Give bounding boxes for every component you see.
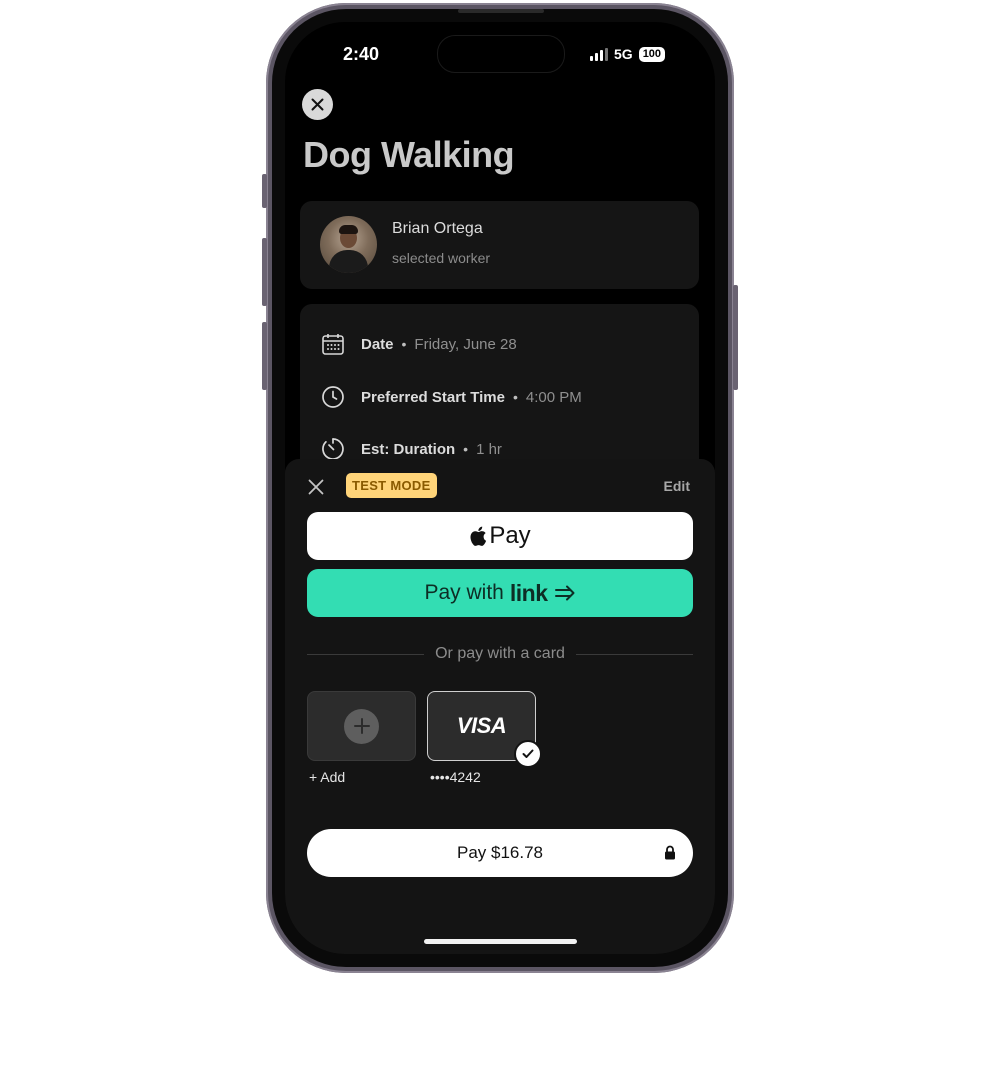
signal-icon [590,47,608,61]
link-logo: link [509,579,548,606]
plus-icon [344,708,379,744]
detail-value: 1 hr [476,440,502,458]
status-time: 2:40 [343,44,380,64]
avatar [320,216,377,273]
detail-label: Date [361,335,394,353]
card-last4: ••••4242 [430,769,481,785]
clock-icon [320,384,346,410]
pay-button-label: Pay $16.78 [456,843,543,862]
visa-logo: VISA [456,713,507,738]
worker-name: Brian Ortega [392,220,483,237]
pay-with-link-button[interactable]: Pay with link [307,569,693,617]
double-arrow-icon [554,585,574,601]
home-indicator[interactable] [424,939,577,944]
payment-sheet: TEST MODE Edit Pay Pay with link Or pay … [285,459,715,954]
close-icon [311,98,324,111]
or-divider: Or pay with a card [307,643,694,665]
divider-text: Or pay with a card [435,645,565,662]
action-button [262,174,267,208]
detail-row-date: Date • Friday, June 28 [320,331,517,357]
edit-button[interactable]: Edit [664,478,690,494]
detail-label: Preferred Start Time [361,388,505,406]
detail-label: Est: Duration [361,440,456,458]
worker-subtitle: selected worker [392,250,491,266]
sheet-close-button[interactable] [305,476,327,498]
detail-row-start-time: Preferred Start Time • 4:00 PM [320,384,582,410]
link-prefix: Pay with [424,581,504,604]
close-icon [308,479,324,495]
network-label: 5G [614,46,633,62]
test-mode-badge: TEST MODE [346,473,437,498]
earpiece [458,9,544,13]
close-button[interactable] [302,89,333,120]
dynamic-island [437,35,565,73]
add-card-label[interactable]: + Add [309,769,345,785]
selected-check-icon [514,740,542,768]
apple-pay-label: Pay [489,522,531,549]
volume-down-button [262,322,267,390]
detail-value: 4:00 PM [525,388,582,406]
apple-pay-button[interactable]: Pay [307,512,693,560]
detail-value: Friday, June 28 [414,335,517,353]
detail-separator: • [401,336,407,352]
apple-logo-icon [470,526,487,546]
worker-card[interactable]: Brian Ortega selected worker [300,201,699,289]
lock-icon [665,845,675,860]
calendar-icon [320,331,346,357]
status-indicators: 5G 100 [590,44,666,64]
phone-screen: 2:40 5G 100 Dog Walking Brian Ortega sel… [285,22,715,954]
detail-separator: • [463,441,469,457]
volume-up-button [262,238,267,306]
battery-icon: 100 [638,46,666,62]
pay-button[interactable]: Pay $16.78 [307,829,693,877]
add-card-tile[interactable] [307,691,416,761]
page-title: Dog Walking [303,134,515,175]
power-button [733,285,738,390]
detail-separator: • [512,389,518,405]
